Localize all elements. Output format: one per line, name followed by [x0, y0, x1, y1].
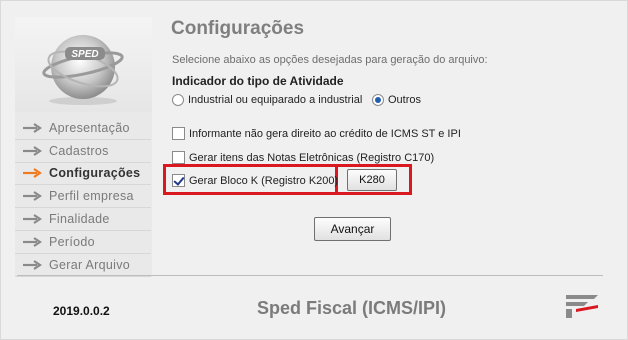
sped-logo-text: SPED — [71, 49, 98, 60]
radio-outros-label: Outros — [388, 94, 422, 106]
footer-title: Sped Fiscal (ICMS/IPI) — [257, 298, 447, 318]
arrow-right-icon — [15, 214, 49, 224]
sidebar-item-perfil-empresa[interactable]: Perfil empresa — [15, 185, 151, 209]
sidebar-item-label: Cadastros — [49, 143, 109, 158]
sidebar-item-configura-es[interactable]: Configurações — [15, 163, 151, 186]
radio-outros[interactable]: Outros — [372, 94, 421, 106]
page-subtitle: Selecione abaixo as opções desejadas par… — [172, 54, 488, 66]
bloco-k-label: Gerar Bloco K (Registro K200) — [189, 174, 339, 187]
version-label: 2019.0.0.2 — [53, 304, 110, 318]
brand-logo-icon — [566, 295, 598, 318]
page-title: Configurações — [171, 18, 305, 39]
k280-button[interactable]: K280 — [347, 169, 397, 191]
sidebar-item-label: Período — [49, 234, 95, 249]
wizard-window: SPED Apresentação Cadastros Configurações P… — [0, 0, 628, 340]
radio-industrial-button[interactable] — [172, 94, 184, 106]
sidebar-item-gerar-arquivo[interactable]: Gerar Arquivo — [15, 254, 151, 277]
c170-checkbox[interactable] — [172, 151, 185, 164]
arrow-right-icon — [15, 191, 49, 202]
bloco-k-checkbox[interactable] — [172, 174, 185, 187]
sidebar-item-label: Perfil empresa — [49, 189, 134, 204]
icms-credit-option[interactable]: Informante não gera direito ao crédito d… — [172, 127, 461, 140]
sped-logo-panel: SPED — [15, 17, 152, 112]
bloco-k-option[interactable]: Gerar Bloco K (Registro K200) — [172, 174, 338, 187]
sidebar-item-label: Gerar Arquivo — [49, 257, 131, 272]
c170-label: Gerar itens das Notas Eletrônicas (Regis… — [189, 151, 435, 164]
radio-industrial-label: Industrial ou equiparado a industrial — [188, 94, 363, 106]
sidebar-item-apresenta-o[interactable]: Apresentação — [15, 117, 151, 140]
c170-option[interactable]: Gerar itens das Notas Eletrônicas (Regis… — [172, 151, 434, 164]
sidebar-item-finalidade[interactable]: Finalidade — [15, 208, 151, 231]
footer-divider — [17, 275, 603, 276]
radio-outros-button[interactable] — [372, 94, 384, 106]
sped-logo: SPED — [42, 35, 124, 105]
icms-credit-checkbox[interactable] — [172, 127, 185, 140]
arrow-right-icon — [15, 145, 49, 156]
icms-credit-label: Informante não gera direito ao crédito d… — [189, 127, 461, 140]
sidebar-item-per-odo[interactable]: Período — [15, 231, 151, 254]
arrow-right-icon — [15, 236, 49, 247]
sidebar-item-label: Configurações — [49, 166, 141, 181]
next-button[interactable]: Avançar — [314, 217, 391, 241]
arrow-right-icon — [15, 168, 49, 179]
radio-industrial[interactable]: Industrial ou equiparado a industrial — [172, 94, 362, 106]
sidebar-item-label: Finalidade — [49, 212, 110, 227]
activity-type-label: Indicador do tipo de Atividade — [172, 74, 344, 88]
arrow-right-icon — [15, 122, 49, 133]
sidebar-item-cadastros[interactable]: Cadastros — [15, 140, 151, 163]
wizard-steps: Apresentação Cadastros Configurações Perfil… — [15, 117, 151, 277]
arrow-right-icon — [15, 259, 49, 270]
sidebar-item-label: Apresentação — [49, 120, 130, 135]
